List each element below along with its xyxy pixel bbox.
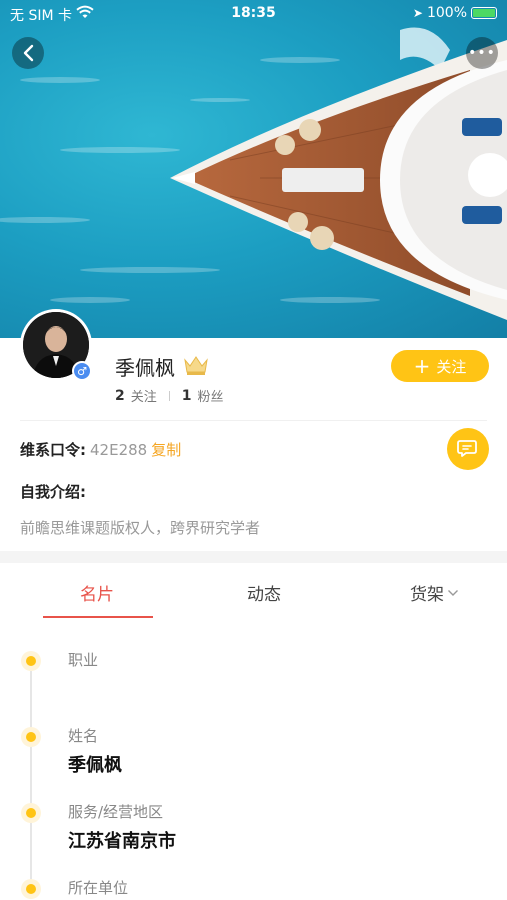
followers-label[interactable]: 粉丝 [198, 386, 224, 405]
following-count[interactable]: 2 [115, 388, 125, 404]
battery-icon [471, 7, 497, 19]
location-icon: ➤ [412, 6, 423, 20]
profile-tabs: 名片 动态 货架 [0, 563, 507, 619]
section-separator [0, 551, 507, 563]
intro-title: 自我介绍: [20, 483, 86, 501]
field-label: 姓名 [68, 727, 99, 745]
following-label[interactable]: 关注 [131, 386, 157, 405]
chevron-left-icon [23, 44, 34, 62]
field-value: 江苏省南京市 [68, 831, 176, 852]
plus-icon: + [413, 354, 431, 378]
field-label: 职业 [68, 651, 99, 669]
timeline-dot [21, 803, 41, 823]
profile-cover-image [0, 0, 507, 338]
follow-button[interactable]: + 关注 [391, 350, 489, 382]
timeline-dot [21, 879, 41, 899]
copy-link[interactable]: 复制 [151, 441, 181, 459]
timeline-dot [21, 727, 41, 747]
follow-button-label: 关注 [436, 357, 467, 376]
stats-divider [168, 390, 170, 401]
timeline-dot [21, 651, 41, 671]
contact-code-value: 42E288 [90, 441, 148, 459]
chat-bubble-icon [457, 440, 477, 457]
chat-button[interactable] [447, 428, 489, 470]
intro-text: 前瞻思维课题版权人，跨界研究学者 [20, 519, 261, 537]
tab-posts[interactable]: 动态 [247, 580, 281, 605]
tab-shelf[interactable]: 货架 [410, 580, 459, 605]
ellipsis-icon: ••• [468, 45, 496, 61]
timeline-line [30, 659, 32, 899]
field-label: 所在单位 [68, 879, 129, 897]
contact-code-row: 维系口令: 42E288 复制 [20, 439, 181, 460]
tab-card[interactable]: 名片 [80, 580, 114, 605]
more-button[interactable]: ••• [466, 37, 498, 69]
field-label: 服务/经营地区 [68, 803, 164, 821]
card-fields: 职业 姓名 季佩枫 服务/经营地区 江苏省南京市 所在单位 [0, 619, 507, 900]
follow-stats: 2 关注 1 粉丝 [115, 386, 224, 406]
chevron-down-icon [448, 589, 458, 596]
back-button[interactable] [12, 37, 44, 69]
divider [20, 420, 487, 421]
battery-percent: 100% [426, 5, 467, 21]
gender-male-icon: ♂ [72, 361, 92, 381]
tab-shelf-label: 货架 [410, 585, 444, 605]
profile-name: 季佩枫 [115, 356, 175, 380]
contact-code-label: 维系口令: [20, 441, 86, 459]
followers-count[interactable]: 1 [182, 388, 192, 404]
status-bar: 无 SIM 卡 18:35 ➤ 100% [0, 0, 507, 28]
crown-icon [184, 356, 208, 375]
active-tab-indicator [43, 616, 153, 618]
field-value: 季佩枫 [68, 755, 122, 776]
